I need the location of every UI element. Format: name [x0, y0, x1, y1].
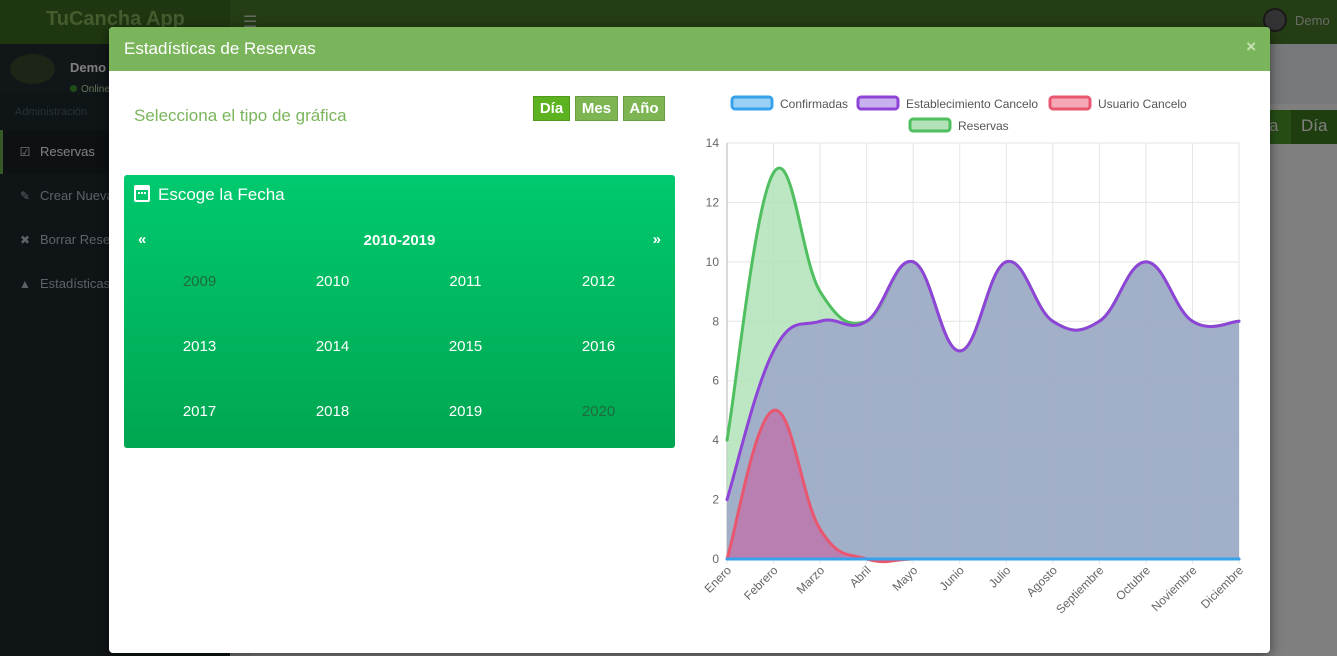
- x-tick-label: Diciembre: [1198, 563, 1246, 611]
- y-tick-label: 6: [712, 374, 719, 388]
- calendar-heading-label: Escoge la Fecha: [158, 185, 285, 204]
- legend-label: Confirmadas: [780, 97, 848, 111]
- close-icon[interactable]: ×: [1246, 37, 1256, 57]
- year-2011[interactable]: 2011: [399, 255, 532, 320]
- data-point: [818, 557, 822, 561]
- data-point: [1190, 319, 1194, 323]
- data-point: [772, 349, 776, 353]
- year-2010[interactable]: 2010: [266, 255, 399, 320]
- data-point: [725, 557, 729, 561]
- data-point: [1190, 557, 1194, 561]
- y-tick-label: 12: [706, 195, 720, 209]
- stats-modal: Estadísticas de Reservas × Selecciona el…: [109, 27, 1270, 653]
- x-tick-label: Noviembre: [1149, 563, 1200, 614]
- data-point: [818, 290, 822, 294]
- calendar-icon: [134, 185, 150, 202]
- x-tick-label: Julio: [986, 563, 1014, 591]
- year-2017[interactable]: 2017: [133, 385, 266, 450]
- year-2018[interactable]: 2018: [266, 385, 399, 450]
- data-point: [818, 319, 822, 323]
- data-point: [1004, 260, 1008, 264]
- x-tick-label: Marzo: [794, 563, 828, 597]
- legend-swatch: [908, 117, 952, 133]
- dia-button[interactable]: Día: [533, 96, 570, 121]
- data-point: [1237, 319, 1241, 323]
- data-point: [1144, 557, 1148, 561]
- y-tick-label: 2: [712, 493, 719, 507]
- data-point: [1004, 557, 1008, 561]
- legend-swatch: [856, 95, 900, 111]
- x-tick-label: Agosto: [1024, 563, 1061, 600]
- data-point: [1144, 260, 1148, 264]
- next-decade-button[interactable]: »: [653, 231, 661, 248]
- year-2019[interactable]: 2019: [399, 385, 532, 450]
- legend-swatch: [1048, 95, 1092, 111]
- y-tick-label: 8: [712, 314, 719, 328]
- data-point: [1051, 557, 1055, 561]
- legend-label: Establecimiento Cancelo: [906, 97, 1038, 111]
- stats-chart: 0 2 4 6 8 10 12 14 Enero Febrero Marzo Abril Mayo Jun…: [690, 87, 1255, 653]
- y-tick-label: 14: [706, 136, 720, 150]
- year-2015[interactable]: 2015: [399, 320, 532, 385]
- year-2012[interactable]: 2012: [532, 255, 665, 320]
- y-tick-label: 10: [706, 255, 720, 269]
- x-tick-label: Mayo: [890, 563, 921, 594]
- x-tick-label: Junio: [937, 563, 967, 593]
- modal-title: Estadísticas de Reservas: [124, 39, 316, 58]
- legend-label: Usuario Cancelo: [1098, 97, 1187, 111]
- data-point: [1097, 319, 1101, 323]
- year-2016[interactable]: 2016: [532, 320, 665, 385]
- calendar-heading: Escoge la Fecha: [134, 185, 285, 205]
- legend-swatch: [730, 95, 774, 111]
- x-tick-label: Febrero: [741, 563, 781, 603]
- year-2013[interactable]: 2013: [133, 320, 266, 385]
- modal-header: Estadísticas de Reservas ×: [109, 27, 1270, 71]
- year-2014[interactable]: 2014: [266, 320, 399, 385]
- x-tick-label: Abril: [847, 563, 874, 590]
- data-point: [725, 498, 729, 502]
- y-tick-label: 4: [712, 433, 719, 447]
- data-point: [911, 260, 915, 264]
- data-point: [818, 527, 822, 531]
- data-point: [1051, 319, 1055, 323]
- chart-type-label: Selecciona el tipo de gráfica: [134, 106, 347, 125]
- data-point: [865, 557, 869, 561]
- data-point: [865, 319, 869, 323]
- year-2009[interactable]: 2009: [133, 255, 266, 320]
- year-grid: 2009 2010 2011 2012 2013 2014 2015 2016 2017 2018…: [133, 255, 666, 450]
- data-point: [772, 408, 776, 412]
- x-tick-label: Septiembre: [1053, 563, 1107, 617]
- ano-button[interactable]: Año: [623, 96, 665, 121]
- data-point: [1237, 557, 1241, 561]
- x-tick-label: Octubre: [1113, 563, 1153, 603]
- data-point: [1097, 557, 1101, 561]
- decade-label[interactable]: 2010-2019: [124, 232, 675, 249]
- x-tick-label: Enero: [702, 563, 735, 596]
- data-point: [772, 171, 776, 175]
- chart-svg: 0 2 4 6 8 10 12 14 Enero Febrero Marzo Abril Mayo Jun…: [702, 95, 1246, 617]
- mes-button[interactable]: Mes: [575, 96, 618, 121]
- data-point: [772, 557, 776, 561]
- data-point: [958, 349, 962, 353]
- year-2020[interactable]: 2020: [532, 385, 665, 450]
- legend-label: Reservas: [958, 119, 1009, 133]
- year-picker: Escoge la Fecha « 2010-2019 » 2009 2010 20…: [124, 175, 675, 448]
- data-point: [958, 557, 962, 561]
- data-point: [911, 557, 915, 561]
- y-tick-label: 0: [712, 552, 719, 566]
- data-point: [725, 438, 729, 442]
